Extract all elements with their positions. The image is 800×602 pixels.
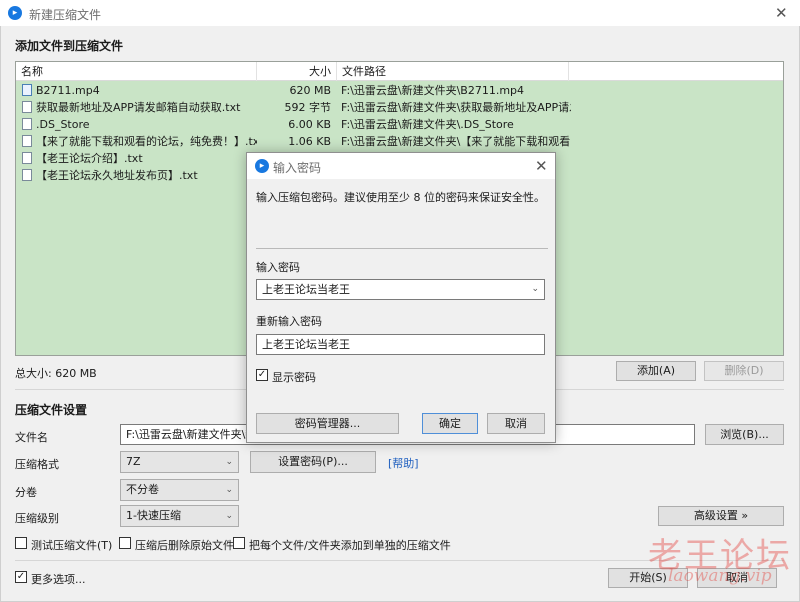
column-header-path[interactable]: 文件路径 xyxy=(337,62,569,81)
repeat-password-label: 重新输入密码 xyxy=(256,315,322,328)
text-file-icon xyxy=(22,135,32,147)
file-name: .DS_Store xyxy=(36,118,90,131)
delete-button[interactable]: 删除(D) xyxy=(704,361,784,381)
password-label: 输入密码 xyxy=(256,261,300,274)
dialog-title: 输入密码 xyxy=(273,161,322,175)
file-size: 592 字节 xyxy=(284,101,332,114)
file-size: 620 MB xyxy=(289,84,331,97)
file-path: F:\迅雷云盘\新建文件夹\.DS_Store xyxy=(341,118,514,131)
table-row[interactable]: 获取最新地址及APP请发邮箱自动获取.txt 592 字节 F:\迅雷云盘\新建… xyxy=(16,99,783,116)
add-button[interactable]: 添加(A) xyxy=(616,361,696,381)
table-row[interactable]: .DS_Store 6.00 KB F:\迅雷云盘\新建文件夹\.DS_Stor… xyxy=(16,116,783,133)
password-value: 上老王论坛当老王 xyxy=(262,283,350,296)
text-file-icon xyxy=(22,169,32,181)
file-size: 6.00 KB xyxy=(288,118,331,131)
level-value: 1-快速压缩 xyxy=(126,509,181,522)
file-list-header: 名称 大小 文件路径 xyxy=(16,62,783,81)
file-name: 获取最新地址及APP请发邮箱自动获取.txt xyxy=(36,101,241,114)
file-name: 【老王论坛永久地址发布页】.txt xyxy=(36,169,198,182)
file-icon xyxy=(22,118,32,130)
show-password-label: 显示密码 xyxy=(272,371,316,384)
chevron-down-icon: ⌄ xyxy=(225,457,233,467)
chevron-down-icon[interactable]: ⌄ xyxy=(531,280,539,299)
window-title: 新建压缩文件 xyxy=(29,8,102,22)
separate-archives-checkbox[interactable] xyxy=(233,537,245,549)
dialog-cancel-button[interactable]: 取消 xyxy=(487,413,545,434)
settings-section-title: 压缩文件设置 xyxy=(15,403,88,417)
password-input[interactable]: 上老王论坛当老王 ⌄ xyxy=(256,279,545,300)
split-label: 分卷 xyxy=(15,486,37,499)
file-path: F:\迅雷云盘\新建文件夹\B2711.mp4 xyxy=(341,84,525,97)
close-icon[interactable]: ✕ xyxy=(535,158,548,174)
table-row[interactable]: B2711.mp4 620 MB F:\迅雷云盘\新建文件夹\B2711.mp4 xyxy=(16,82,783,99)
advanced-settings-button[interactable]: 高级设置 » xyxy=(658,506,784,526)
show-password-checkbox[interactable]: ✓ xyxy=(256,369,268,381)
title-bar: ▸ 新建压缩文件 ✕ xyxy=(0,0,800,26)
split-value: 不分卷 xyxy=(126,483,159,496)
app-logo-icon: ▸ xyxy=(8,6,22,20)
chevron-down-icon: ⌄ xyxy=(225,511,233,521)
ok-button[interactable]: 确定 xyxy=(422,413,478,434)
total-size: 总大小: 620 MB xyxy=(15,367,97,380)
file-path: F:\迅雷云盘\新建文件夹\【来了就能下载和观看的... xyxy=(341,135,571,148)
format-value: 7Z xyxy=(126,455,141,468)
divider xyxy=(256,248,548,249)
text-file-icon xyxy=(22,152,32,164)
split-select[interactable]: 不分卷 ⌄ xyxy=(120,479,239,501)
watermark-url: laowang.vip xyxy=(668,566,772,586)
password-manager-button[interactable]: 密码管理器... xyxy=(256,413,399,434)
browse-button[interactable]: 浏览(B)... xyxy=(705,424,784,445)
repeat-password-input[interactable]: 上老王论坛当老王 xyxy=(256,334,545,355)
format-label: 压缩格式 xyxy=(15,458,59,471)
delete-after-label: 压缩后删除原始文件 xyxy=(135,539,234,552)
file-name: B2711.mp4 xyxy=(36,84,100,97)
video-file-icon xyxy=(22,84,32,96)
add-section-title: 添加文件到压缩文件 xyxy=(15,39,124,53)
level-label: 压缩级别 xyxy=(15,512,59,525)
level-select[interactable]: 1-快速压缩 ⌄ xyxy=(120,505,239,527)
text-file-icon xyxy=(22,101,32,113)
password-dialog: ▸ 输入密码 ✕ 输入压缩包密码。建议使用至少 8 位的密码来保证安全性。 输入… xyxy=(246,152,556,443)
separate-archives-label: 把每个文件/文件夹添加到单独的压缩文件 xyxy=(249,539,451,552)
file-name: 【老王论坛介绍】.txt xyxy=(36,152,143,165)
chevron-down-icon: ⌄ xyxy=(225,485,233,495)
filename-label: 文件名 xyxy=(15,431,48,444)
set-password-button[interactable]: 设置密码(P)... xyxy=(250,451,376,473)
help-link[interactable]: [帮助] xyxy=(388,455,419,471)
delete-after-checkbox[interactable] xyxy=(119,537,131,549)
column-header-size[interactable]: 大小 xyxy=(257,62,337,81)
dialog-description: 输入压缩包密码。建议使用至少 8 位的密码来保证安全性。 xyxy=(256,191,545,204)
close-icon[interactable]: ✕ xyxy=(775,5,788,21)
column-header-name[interactable]: 名称 xyxy=(16,62,257,81)
dialog-title-bar: ▸ 输入密码 ✕ xyxy=(247,153,555,179)
more-options-label: 更多选项... xyxy=(31,573,86,586)
more-options-checkbox[interactable]: ✓ xyxy=(15,571,27,583)
format-select[interactable]: 7Z ⌄ xyxy=(120,451,239,473)
file-path: F:\迅雷云盘\新建文件夹\获取最新地址及APP请发... xyxy=(341,101,571,114)
test-archive-checkbox[interactable] xyxy=(15,537,27,549)
table-row[interactable]: 【来了就能下载和观看的论坛，纯免费！】.txt 1.06 KB F:\迅雷云盘\… xyxy=(16,133,783,150)
test-archive-label: 测试压缩文件(T) xyxy=(31,539,113,552)
file-size: 1.06 KB xyxy=(288,135,331,148)
app-logo-icon: ▸ xyxy=(255,159,269,173)
file-name: 【来了就能下载和观看的论坛，纯免费！】.txt xyxy=(36,135,257,148)
